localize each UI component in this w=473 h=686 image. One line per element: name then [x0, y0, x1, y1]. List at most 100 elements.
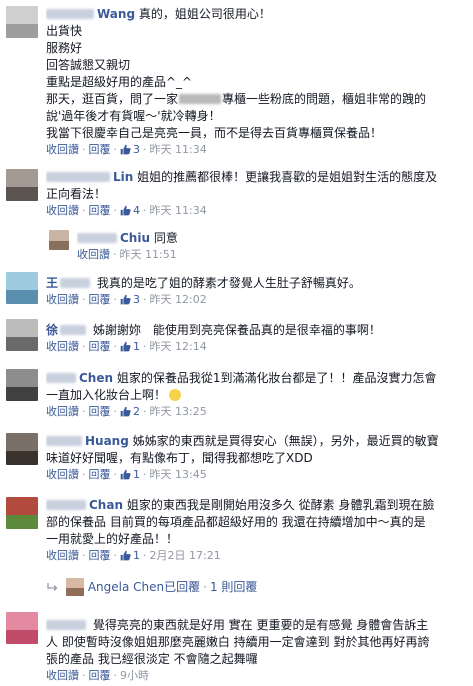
redacted-name-icon [46, 620, 86, 630]
commenter-name[interactable]: Wang [97, 7, 135, 21]
comment-actions: 收回讚 · 回覆 · 1 · 昨天 12:14 [46, 340, 207, 353]
unlike-link[interactable]: 收回讚 [46, 340, 79, 353]
commenter-name[interactable]: 王 [46, 276, 58, 290]
like-count[interactable]: 3 [120, 143, 140, 156]
comment-first-line: Huang 姊姊家的東西就是買得安心（無誤），另外，最近買的敏寶 [46, 433, 465, 450]
like-count[interactable]: 4 [120, 204, 140, 217]
commenter-name[interactable]: Huang [85, 434, 129, 448]
reply-link[interactable]: 回覆 [89, 340, 111, 353]
unlike-link[interactable]: 收回讚 [46, 468, 79, 481]
unlike-link[interactable]: 收回讚 [46, 293, 79, 306]
like-count[interactable]: 1 [120, 549, 140, 562]
redacted-name-icon [60, 325, 87, 335]
comment-text: 真的，姐姐公司很用心！ [138, 7, 271, 21]
reply-link[interactable]: 回覆 [89, 549, 111, 562]
comment-text: 人 即使暫時沒像姐姐那麼亮麗嫩白 持續用一定會達到 對於其他再好再誇 [46, 635, 430, 649]
comment: Lin 姐姐的推薦都很棒！更讓我喜歡的是姐姐對生活的態度及 正向看法！ 收回讚 ·… [46, 169, 465, 219]
avatar[interactable] [6, 319, 38, 351]
comment-text: 部的保養品 目前買的每項產品都超級好用的 我還在持續增加中～真的是 [46, 515, 426, 529]
unlike-link[interactable]: 收回讚 [46, 143, 79, 156]
reply-link[interactable]: 回覆 [89, 669, 111, 682]
comment-actions: 收回讚 · 回覆 · 2 · 昨天 13:25 [46, 405, 207, 418]
commenter-name[interactable]: 徐 [46, 323, 58, 337]
comment: Chen 姐家的保養品我從1到滿滿化妝台都是了！！產品沒實力怎會 一直加入化妝台… [46, 370, 465, 420]
like-link[interactable]: 收回讚 [77, 248, 110, 261]
reply-summary[interactable]: Angela Chen已回覆 · 1 則回覆 [46, 577, 465, 597]
comment-actions: 收回讚 · 回覆 · 3 · 昨天 11:34 [46, 143, 207, 156]
comment-first-line: 覺得亮亮的東西就是好用 實在 更重要的是有感覺 身體會告訴主 [46, 617, 465, 634]
commenter-name[interactable]: Chiu [120, 231, 150, 245]
reply-count-link[interactable]: 1 則回覆 [210, 580, 257, 594]
reply-author[interactable]: Angela Chen已回覆 [88, 580, 200, 594]
comment-text: 重點是超級好用的產品^_^ [46, 75, 193, 89]
commenter-name[interactable]: Chen [79, 371, 113, 385]
comment-first-line: Chiu 同意 [77, 230, 465, 247]
reply-link[interactable]: 回覆 [89, 468, 111, 481]
redacted-name-icon [60, 278, 91, 288]
comment-first-line: 徐 姊謝謝妳 能使用到亮亮保養品真的是很幸福的事啊！ [46, 322, 465, 339]
comment-text: 服務好 [46, 41, 83, 55]
avatar[interactable] [6, 369, 38, 401]
comment-text: 張的產品 我已經很淡定 不會隨之起舞囉 [46, 652, 258, 666]
comment-text: 覺得亮亮的東西就是好用 實在 更重要的是有感覺 身體會告訴主 [92, 618, 429, 632]
timestamp[interactable]: 昨天 12:02 [150, 293, 207, 306]
avatar[interactable] [65, 578, 84, 596]
reply-link[interactable]: 回覆 [89, 293, 111, 306]
timestamp[interactable]: 昨天 11:34 [150, 204, 207, 217]
timestamp[interactable]: 昨天 11:34 [150, 143, 207, 156]
avatar[interactable] [6, 6, 38, 38]
comment-actions: 收回讚 · 昨天 11:51 [77, 248, 177, 261]
comment-text: 姊謝謝妳 能使用到亮亮保養品真的是很幸福的事啊！ [92, 323, 381, 337]
unlike-link[interactable]: 收回讚 [46, 669, 79, 682]
like-count[interactable]: 1 [120, 468, 140, 481]
comment-text-line: 一直加入化妝台上啊！ [46, 387, 465, 404]
comment: 王 我真的是吃了姐的酵素才發覺人生肚子舒暢真好。 收回讚 · 回覆 · 3 · 昨天 12:… [46, 275, 465, 308]
comment-first-line: 王 我真的是吃了姐的酵素才發覺人生肚子舒暢真好。 [46, 275, 465, 292]
comment-text: 出貨快 [46, 24, 83, 38]
avatar[interactable] [6, 433, 38, 465]
timestamp[interactable]: 9小時 [120, 669, 149, 682]
thumbs-up-icon [120, 469, 131, 480]
comment: Huang 姊姊家的東西就是買得安心（無誤），另外，最近買的敏寶 味道好好聞喔，… [46, 433, 465, 483]
unlike-link[interactable]: 收回讚 [46, 549, 79, 562]
thumbs-up-icon [120, 341, 131, 352]
timestamp[interactable]: 昨天 12:14 [150, 340, 207, 353]
unlike-link[interactable]: 收回讚 [46, 204, 79, 217]
avatar[interactable] [6, 169, 38, 201]
like-count[interactable]: 1 [120, 340, 140, 353]
avatar[interactable] [6, 272, 38, 304]
comment-text: 姐姐的推薦都很棒！更讓我喜歡的是姐姐對生活的態度及 [137, 170, 438, 184]
reply-arrow-icon [47, 583, 58, 591]
like-count[interactable]: 2 [120, 405, 140, 418]
like-count[interactable]: 3 [120, 293, 140, 306]
comment: 覺得亮亮的東西就是好用 實在 更重要的是有感覺 身體會告訴主 人 即使暫時沒像姐… [46, 617, 465, 684]
timestamp[interactable]: 昨天 13:45 [150, 468, 207, 481]
unlike-link[interactable]: 收回讚 [46, 405, 79, 418]
thumbs-up-icon [120, 294, 131, 305]
timestamp[interactable]: 2月2日 17:21 [150, 549, 221, 562]
comment-text-line: 那天，逛百貨，問了一家 專櫃一些粉底的問題，櫃姐非常的跩的 [46, 91, 465, 108]
avatar[interactable] [6, 612, 38, 644]
comment-text: 味道好好聞喔，有點像布丁，聞得我都想吃了XDD [46, 451, 313, 465]
comment-first-line: Chen 姐家的保養品我從1到滿滿化妝台都是了！！產品沒實力怎會 [46, 370, 465, 387]
reply-comment: Chiu 同意 收回讚 · 昨天 11:51 [77, 230, 465, 263]
avatar[interactable] [6, 497, 38, 529]
comment-text: 專櫃一些粉底的問題，櫃姐非常的跩的 [222, 92, 427, 106]
comment-text: 正向看法！ [46, 187, 107, 201]
redacted-name-icon [46, 373, 76, 383]
timestamp[interactable]: 昨天 13:25 [150, 405, 207, 418]
reply-link[interactable]: 回覆 [89, 405, 111, 418]
thumbs-up-icon [120, 205, 131, 216]
reply-link[interactable]: 回覆 [89, 204, 111, 217]
redacted-name-icon [46, 172, 110, 182]
commenter-name[interactable]: Chan [89, 498, 123, 512]
avatar[interactable] [49, 230, 69, 250]
reply-link[interactable]: 回覆 [89, 143, 111, 156]
timestamp[interactable]: 昨天 11:51 [120, 248, 177, 261]
comment: Wang 真的，姐姐公司很用心！ 出貨快 服務好 回答誠懇又親切 重點是超級好用… [46, 6, 465, 158]
thumbs-up-icon [120, 550, 131, 561]
comment-text: 回答誠懇又親切 [46, 58, 131, 72]
commenter-name[interactable]: Lin [113, 170, 133, 184]
redacted-name-icon [46, 436, 82, 446]
comment-actions: 收回讚 · 回覆 · 3 · 昨天 12:02 [46, 293, 207, 306]
